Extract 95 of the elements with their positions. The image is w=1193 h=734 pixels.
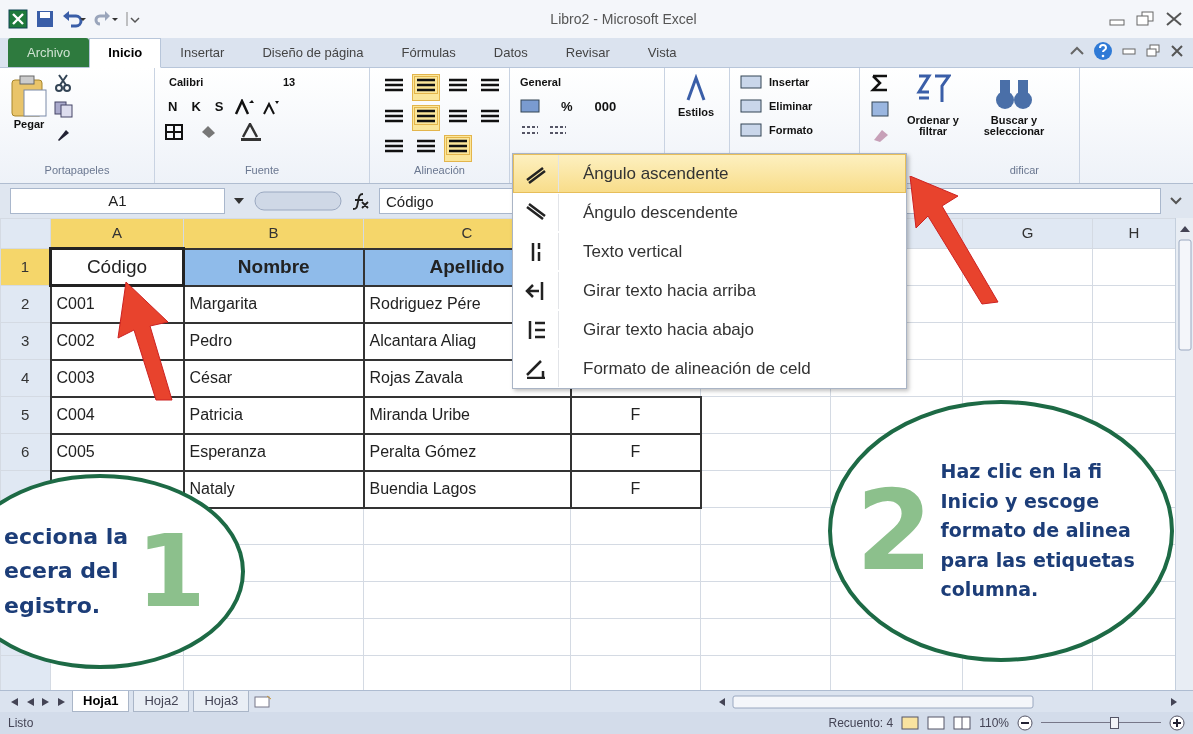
column-header[interactable]: B [183, 218, 364, 249]
sheet-tab[interactable]: Hoja3 [193, 691, 250, 712]
group-label: Fuente [244, 164, 280, 176]
table-cell: César [183, 359, 364, 397]
ribbon-tab[interactable]: Vista [628, 37, 696, 68]
number-format-field[interactable]: General [520, 74, 630, 91]
ribbon-tab[interactable]: Diseño de página [243, 37, 383, 68]
callout-text: egistro. [4, 591, 101, 620]
clipboard-icon[interactable] [10, 74, 48, 118]
font-color-icon[interactable] [239, 122, 263, 141]
count-text: Recuento: 4 [828, 715, 894, 732]
restore-icon[interactable] [1145, 43, 1161, 58]
undo-icon[interactable] [62, 10, 86, 28]
page-layout-icon[interactable] [927, 716, 946, 730]
scissors-icon[interactable] [54, 74, 72, 92]
ribbon-tab[interactable]: Revisar [546, 37, 629, 68]
font-style-button[interactable]: N [165, 99, 181, 114]
thousands-button[interactable]: 000 [591, 99, 620, 114]
step-number: 1 [136, 521, 206, 622]
dropdown-caret-icon[interactable] [233, 196, 245, 206]
cells-command[interactable]: Insertar [766, 75, 813, 89]
table-cell: Miranda Uribe [363, 396, 571, 434]
callout-text: columna. [940, 577, 1039, 603]
callout-text: ecciona la [4, 523, 129, 552]
callout-text: ecera del [4, 557, 119, 586]
zoom-in-icon[interactable] [1169, 715, 1185, 731]
table-cell: F [570, 433, 701, 471]
styles-button[interactable]: Estilos [675, 106, 718, 119]
save-icon[interactable] [36, 10, 54, 28]
row-header[interactable]: 6 [0, 433, 51, 471]
ribbon-tab[interactable]: Fórmulas [382, 37, 475, 68]
sheet-tab[interactable]: Hoja1 [72, 691, 130, 712]
ribbon-tab[interactable]: Archivo [8, 37, 90, 68]
close-icon[interactable] [1169, 43, 1185, 58]
paste-button[interactable]: Pegar [10, 118, 48, 131]
table-cell: F [570, 396, 701, 434]
text-orientation-icon [525, 202, 547, 223]
status-text: Listo [8, 715, 34, 732]
table-cell: F [570, 470, 701, 508]
step-number: 2 [856, 476, 933, 586]
slider-thumb[interactable] [1109, 717, 1119, 729]
find-select-button[interactable]: Buscar y seleccionar [974, 114, 1054, 138]
table-cell: Peralta Gómez [363, 433, 571, 471]
column-title-cell: Código [50, 248, 184, 286]
table-cell: Pedro [183, 322, 364, 360]
column-header[interactable]: G [962, 218, 1093, 249]
sort-filter-button[interactable]: Ordenar y filtrar [898, 114, 968, 138]
column-header[interactable]: H [1092, 218, 1176, 249]
cells-command[interactable]: Eliminar [766, 99, 816, 113]
row-header[interactable]: 1 [0, 248, 51, 286]
text-orientation-icon [525, 358, 547, 379]
menu-item[interactable]: Ángulo ascendente [513, 154, 906, 193]
ribbon-tab[interactable]: Insertar [161, 37, 244, 68]
function-icon[interactable] [351, 192, 371, 210]
column-title-cell: Nombre [183, 248, 364, 286]
group-label: Alineación [414, 164, 465, 176]
ribbon-tab[interactable]: Datos [474, 37, 547, 68]
table-cell: C005 [50, 433, 184, 471]
row-header[interactable]: 2 [0, 285, 51, 323]
group-label: Portapapeles [44, 164, 110, 176]
font-size-field[interactable]: 13 [283, 74, 296, 91]
restore-icon[interactable] [1135, 11, 1155, 27]
font-style-button[interactable]: S [211, 99, 227, 114]
zoom-text: 110% [979, 715, 1009, 732]
name-box[interactable]: A1 [10, 188, 225, 214]
sheet-tab[interactable]: Hoja2 [133, 691, 190, 712]
window-title: Libro2 - Microsoft Excel [550, 10, 697, 27]
row-header[interactable]: 3 [0, 322, 51, 360]
redo-icon[interactable] [94, 10, 118, 28]
callout-text: Haz clic en la fi [940, 459, 1103, 485]
font-name-field[interactable]: Calibri [165, 74, 275, 91]
ribbon-tab[interactable]: Inicio [89, 38, 162, 68]
percent-button[interactable]: % [558, 99, 576, 114]
callout-text: formato de alinea [940, 518, 1131, 544]
spreadsheet-icon[interactable] [8, 9, 28, 29]
row-header[interactable]: 4 [0, 359, 51, 397]
font-style-button[interactable]: K [188, 99, 204, 114]
shrink-font-icon[interactable] [262, 98, 281, 115]
grow-font-icon[interactable] [234, 98, 255, 115]
cells-command[interactable]: Formato [766, 123, 816, 137]
table-cell: Buendia Lagos [363, 470, 571, 508]
customize-icon[interactable] [126, 10, 140, 28]
callout-text: Inicio y escoge [940, 488, 1100, 514]
help-icon[interactable] [1093, 40, 1113, 61]
callout-text: para las etiquetas [940, 547, 1135, 573]
borders-icon[interactable] [165, 123, 183, 140]
table-cell: Esperanza [183, 433, 364, 471]
column-header[interactable]: A [50, 218, 184, 249]
zoom-out-icon[interactable] [1017, 715, 1033, 731]
table-cell: Margarita [183, 285, 364, 323]
copy-icon[interactable] [54, 100, 76, 118]
page-break-icon[interactable] [953, 716, 972, 730]
group-label: dificar [1009, 164, 1039, 176]
table-cell: Patricia [183, 396, 364, 434]
row-header[interactable]: 5 [0, 396, 51, 434]
